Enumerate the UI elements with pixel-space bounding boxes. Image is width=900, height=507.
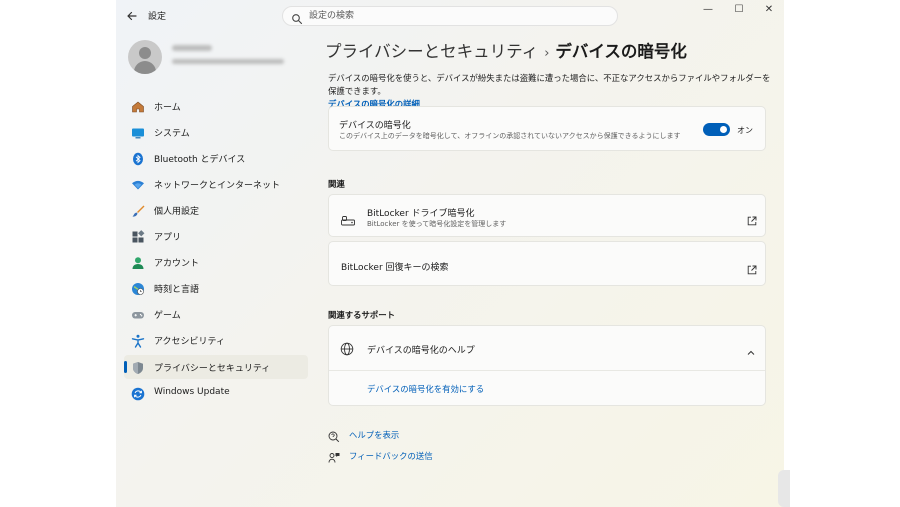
description-text: デバイスの暗号化を使うと、デバイスが紛失または盗難に遭った場合に、不正なアクセス… xyxy=(328,73,771,96)
background-edge xyxy=(778,470,790,507)
sidebar-item-label: プライバシーとセキュリティ xyxy=(154,364,271,374)
send-feedback-link[interactable]: フィードバックの送信 xyxy=(349,450,433,462)
sidebar-item-label: 個人用設定 xyxy=(154,207,200,217)
search-box[interactable] xyxy=(282,6,618,26)
bluetooth-icon xyxy=(131,151,145,166)
sidebar-item-bluetooth[interactable]: Bluetooth とデバイス xyxy=(124,146,308,170)
sidebar-item-accounts[interactable]: アカウント xyxy=(124,250,308,274)
sidebar-item-network[interactable]: ネットワークとインターネット xyxy=(124,172,308,196)
sidebar-item-label: Windows Update xyxy=(154,387,230,397)
page-title: デバイスの暗号化 xyxy=(555,42,687,61)
bitlocker-card[interactable]: BitLocker ドライブ暗号化 BitLocker を使って暗号化設定を管理… xyxy=(328,194,766,237)
settings-window: 設定 — ☐ ✕ ホーム システム Bluetooth とデバイス xyxy=(116,0,784,507)
drive-lock-icon xyxy=(341,211,355,226)
sidebar-item-label: アカウント xyxy=(154,259,200,269)
sidebar-item-label: 時刻と言語 xyxy=(154,285,200,295)
open-external-icon xyxy=(747,211,757,226)
enable-encryption-link[interactable]: デバイスの暗号化を有効にする xyxy=(367,383,484,395)
sidebar-item-privacy-security[interactable]: プライバシーとセキュリティ xyxy=(124,355,308,379)
bitlocker-recovery-card[interactable]: BitLocker 回復キーの検索 xyxy=(328,241,766,286)
globe-clock-icon xyxy=(131,281,145,295)
sidebar-item-label: アプリ xyxy=(154,233,182,243)
update-icon xyxy=(131,386,145,401)
device-encryption-toggle[interactable] xyxy=(703,123,730,136)
breadcrumb-parent[interactable]: プライバシーとセキュリティ xyxy=(325,42,538,61)
breadcrumb: プライバシーとセキュリティ › デバイスの暗号化 xyxy=(325,38,687,62)
app-title: 設定 xyxy=(148,12,167,22)
device-encryption-title: デバイスの暗号化 xyxy=(339,121,411,131)
sidebar-item-label: アクセシビリティ xyxy=(154,337,226,347)
sidebar-item-label: ホーム xyxy=(154,103,181,113)
sidebar-item-label: Bluetooth とデバイス xyxy=(154,155,246,165)
sidebar-item-accessibility[interactable]: アクセシビリティ xyxy=(124,328,308,352)
breadcrumb-separator: › xyxy=(544,46,550,61)
gamepad-icon xyxy=(131,307,145,321)
account-icon xyxy=(131,255,145,269)
sidebar-item-time-language[interactable]: 時刻と言語 xyxy=(124,276,308,300)
support-heading: 関連するサポート xyxy=(328,310,395,320)
blurred-user-name xyxy=(172,45,212,51)
open-external-icon xyxy=(747,260,757,275)
related-heading: 関連 xyxy=(328,179,345,189)
wifi-icon xyxy=(131,177,145,191)
close-button[interactable]: ✕ xyxy=(759,3,779,17)
chevron-up-icon xyxy=(746,343,756,355)
bitlocker-subtitle: BitLocker を使って暗号化設定を管理します xyxy=(367,220,507,228)
sidebar-item-apps[interactable]: アプリ xyxy=(124,224,308,248)
search-icon xyxy=(291,10,303,25)
feedback-icon xyxy=(328,449,340,463)
system-icon xyxy=(131,125,145,139)
back-arrow-icon[interactable] xyxy=(124,8,140,24)
divider xyxy=(329,370,765,371)
get-help-link[interactable]: ヘルプを表示 xyxy=(349,429,399,441)
sidebar-item-home[interactable]: ホーム xyxy=(124,94,308,118)
accessibility-icon xyxy=(131,333,145,348)
device-encryption-subtitle: このデバイス上のデータを暗号化して、オフラインの承認されていないアクセスから保護… xyxy=(339,132,681,140)
bitlocker-title: BitLocker ドライブ暗号化 xyxy=(367,209,475,219)
sidebar-item-system[interactable]: システム xyxy=(124,120,308,144)
toggle-state-label: オン xyxy=(737,126,753,135)
bitlocker-recovery-title: BitLocker 回復キーの検索 xyxy=(341,263,449,273)
sidebar-item-gaming[interactable]: ゲーム xyxy=(124,302,308,326)
maximize-button[interactable]: ☐ xyxy=(729,3,749,17)
search-input[interactable] xyxy=(309,9,599,23)
globe-icon xyxy=(340,341,354,356)
blurred-user-email xyxy=(172,59,284,64)
sidebar-item-label: システム xyxy=(154,129,190,139)
brush-icon xyxy=(131,203,145,217)
help-expander-header[interactable]: デバイスの暗号化のヘルプ xyxy=(329,326,765,370)
support-card: デバイスの暗号化のヘルプ デバイスの暗号化を有効にする xyxy=(328,325,766,406)
sidebar-item-label: ゲーム xyxy=(154,311,181,321)
sidebar-item-label: ネットワークとインターネット xyxy=(154,181,281,191)
minimize-button[interactable]: — xyxy=(698,3,718,17)
device-encryption-card: デバイスの暗号化 このデバイス上のデータを暗号化して、オフラインの承認されていな… xyxy=(328,106,766,151)
sidebar-item-personalization[interactable]: 個人用設定 xyxy=(124,198,308,222)
home-icon xyxy=(131,99,145,113)
shield-icon xyxy=(131,360,145,374)
get-help-icon xyxy=(328,428,340,443)
sidebar-item-windows-update[interactable]: Windows Update xyxy=(124,381,308,405)
avatar[interactable] xyxy=(128,40,162,74)
apps-icon xyxy=(131,229,145,243)
help-expander-title: デバイスの暗号化のヘルプ xyxy=(367,346,475,356)
